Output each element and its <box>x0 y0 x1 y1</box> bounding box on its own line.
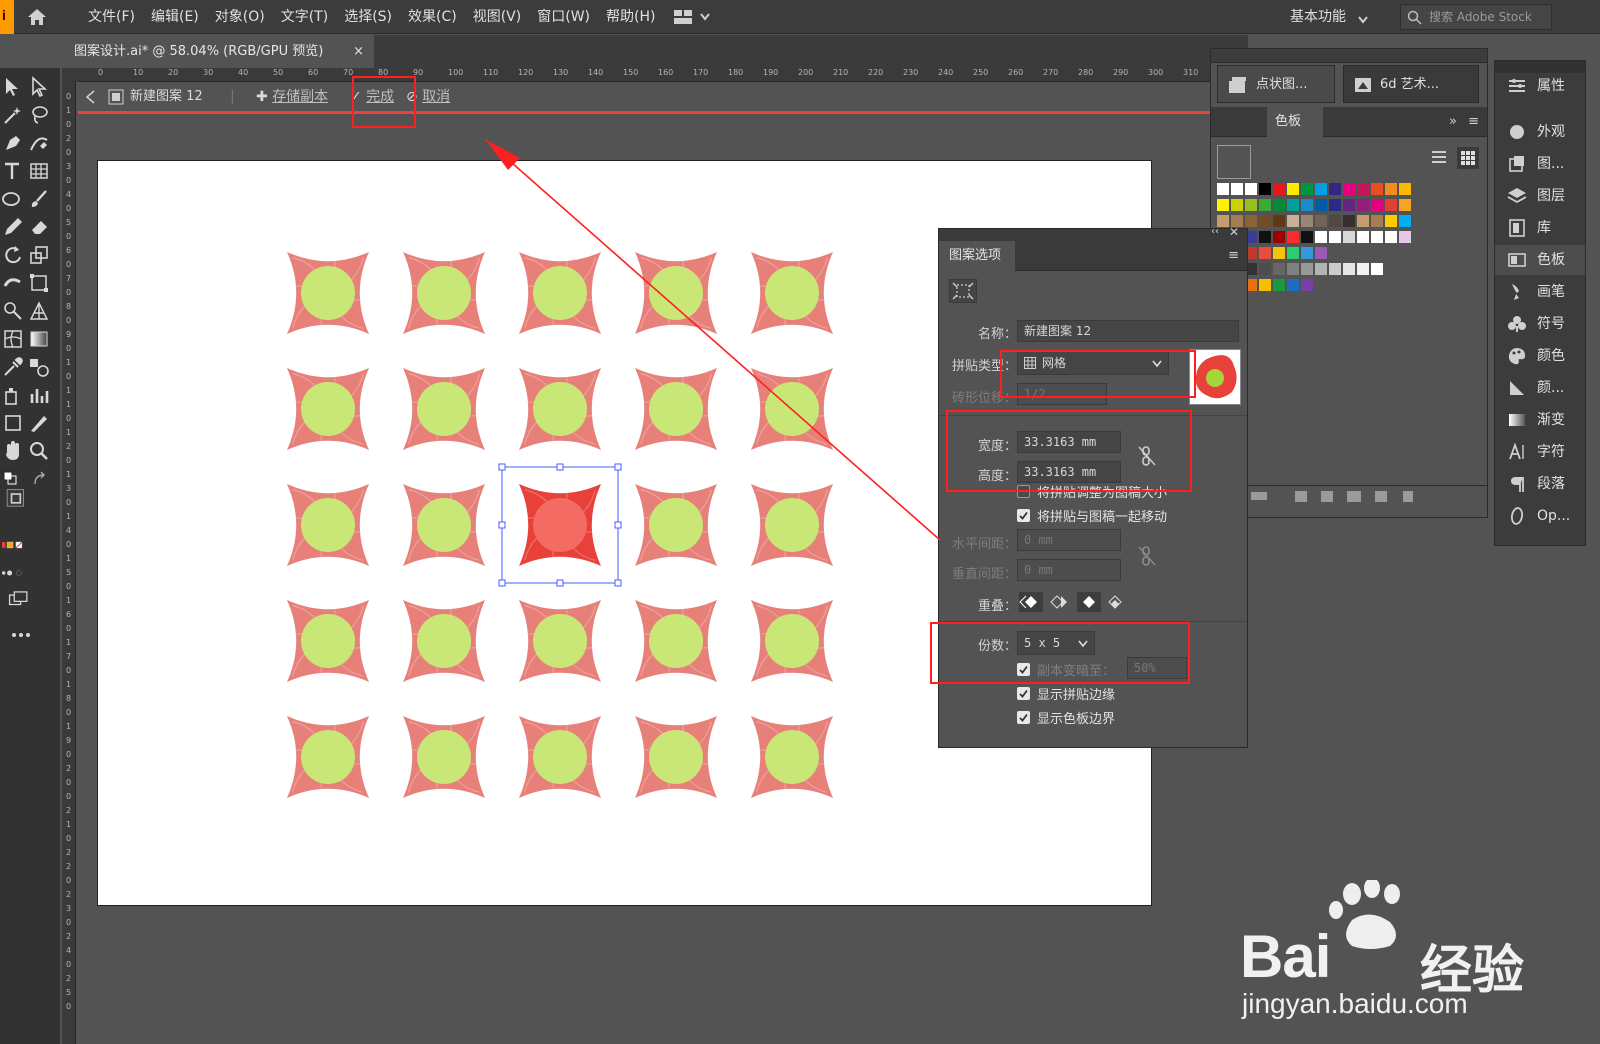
baidu-watermark: Bai 经验 jingyan.baidu.com <box>1240 878 1570 1020</box>
illustrator-window: { "app_logo": "i", "menu": ["文件(F)", "编辑… <box>0 0 1600 1044</box>
